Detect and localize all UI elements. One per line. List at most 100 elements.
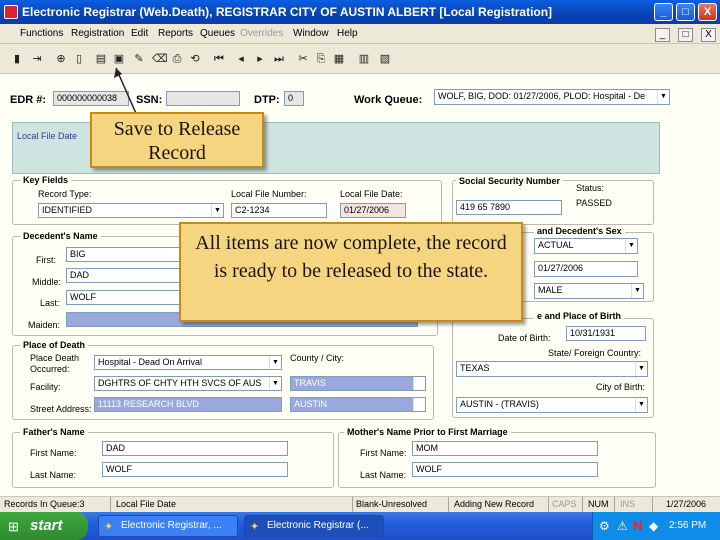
mother-first-field[interactable]: MOM (412, 441, 598, 456)
cut-icon[interactable]: ✂ (296, 52, 310, 66)
taskbar-item-registrar-2[interactable]: Electronic Registrar (... (244, 515, 384, 537)
record-type-label: Record Type: (38, 189, 92, 199)
minimize-button[interactable]: _ (654, 3, 673, 21)
local-file-date-tab[interactable]: Local File Date (17, 131, 77, 141)
father-first-label: First Name: (30, 448, 77, 458)
dob-field[interactable]: 10/31/1931 (566, 326, 646, 341)
birth-state-value: TEXAS (460, 363, 490, 373)
first-name-field[interactable]: BIG (66, 247, 186, 262)
security-icon[interactable]: ⚠ (617, 519, 628, 533)
ssn-field[interactable]: 419 65 7890 (456, 200, 562, 215)
paste-icon[interactable]: ▦ (332, 52, 346, 66)
first-name-label: First: (36, 255, 56, 265)
network-icon[interactable]: ⚙ (599, 519, 610, 533)
chevron-down-icon[interactable]: ▼ (413, 398, 425, 411)
local-file-date-field[interactable]: 01/27/2006 (340, 203, 406, 218)
status-divider (352, 497, 353, 513)
menu-queues[interactable]: Queues (200, 28, 235, 39)
facility-select[interactable]: DGHTRS OF CHTY HTH SVCS OF AUS ▼ (94, 376, 282, 391)
sex-date-field[interactable]: 01/27/2006 (534, 261, 638, 277)
status-divider (548, 497, 549, 513)
menu-reports[interactable]: Reports (158, 28, 193, 39)
menu-functions[interactable]: Functions (20, 28, 63, 39)
new-icon[interactable]: ▯ (72, 52, 86, 66)
last-name-label: Last: (40, 298, 60, 308)
next-record-icon[interactable]: ▸ (253, 52, 267, 66)
notify-n-icon[interactable]: N (633, 518, 642, 533)
erase-icon[interactable]: ⌫ (152, 52, 168, 66)
antivirus-icon[interactable]: ◆ (649, 519, 658, 533)
mother-last-field[interactable]: WOLF (412, 462, 598, 477)
status-label: Status: (576, 183, 605, 193)
chevron-down-icon[interactable]: ▼ (269, 377, 281, 390)
middle-name-field[interactable]: DAD (66, 268, 186, 283)
father-first-field[interactable]: DAD (102, 441, 288, 456)
menu-overrides[interactable]: Overrides (240, 28, 283, 39)
birth-state-select[interactable]: TEXAS ▼ (456, 361, 648, 377)
county-select[interactable]: TRAVIS ▼ (290, 376, 426, 391)
menu-registration[interactable]: Registration (71, 28, 124, 39)
street-address-field[interactable]: 11113 RESEARCH BLVD (94, 397, 282, 412)
copy-icon[interactable]: ⎘ (314, 52, 328, 66)
chevron-down-icon[interactable]: ▼ (635, 398, 647, 412)
death-city-select[interactable]: AUSTIN ▼ (290, 397, 426, 412)
chevron-down-icon[interactable]: ▼ (413, 377, 425, 390)
system-tray: ⚙ ⚠ N ◆ 2:56 PM (592, 512, 720, 540)
open-icon[interactable]: ▤ (94, 52, 108, 66)
chevron-down-icon[interactable]: ▼ (657, 90, 669, 104)
status-divider (652, 497, 653, 513)
first-record-icon[interactable]: ⏮ (212, 52, 226, 66)
menu-window[interactable]: Window (293, 28, 329, 39)
status-blank-unresolved: Blank-Unresolved (356, 499, 428, 509)
taskbar-item-registrar-1[interactable]: Electronic Registrar, ... (98, 515, 238, 537)
exit-icon[interactable]: ⇥ (30, 52, 44, 66)
refresh-icon[interactable]: ⟲ (188, 52, 202, 66)
decedent-name-title: Decedent's Name (20, 231, 101, 241)
windows-flag-icon: ⊞ (8, 519, 19, 534)
ssn-header-field[interactable] (166, 91, 240, 106)
chevron-down-icon[interactable]: ▼ (635, 362, 647, 376)
father-name-title: Father's Name (20, 427, 88, 437)
chevron-down-icon[interactable]: ▼ (269, 356, 281, 369)
last-record-icon[interactable]: ⏭ (272, 52, 286, 66)
place-death-occurred-select[interactable]: Hospital - Dead On Arrival ▼ (94, 355, 282, 370)
place-of-death-title: Place of Death (20, 340, 89, 350)
print-icon[interactable]: ⎙ (170, 52, 184, 66)
middle-name-label: Middle: (32, 277, 62, 287)
mdi-minimize-button[interactable]: _ (655, 28, 670, 42)
mdi-restore-button[interactable]: □ (678, 28, 693, 42)
last-name-field[interactable]: WOLF (66, 290, 186, 305)
key-fields-title: Key Fields (20, 175, 72, 185)
facility-value: DGHTRS OF CHTY HTH SVCS OF AUS (98, 378, 262, 388)
mdi-close-button[interactable]: X (701, 28, 716, 42)
maximize-button[interactable]: □ (676, 3, 695, 21)
city-of-birth-label: City of Birth: (596, 382, 646, 392)
status-local-file-date: Local File Date (116, 499, 177, 509)
street-address-label: Street Address: (30, 404, 92, 414)
chevron-down-icon[interactable]: ▼ (625, 239, 637, 253)
book-icon[interactable]: ▥ (357, 52, 371, 66)
app-icon (4, 5, 18, 19)
record-type-select[interactable]: IDENTIFIED ▼ (38, 203, 224, 218)
chevron-down-icon[interactable]: ▼ (211, 204, 223, 217)
chevron-down-icon[interactable]: ▼ (631, 284, 643, 298)
clock: 2:56 PM (669, 520, 707, 531)
sex-select-1[interactable]: ACTUAL ▼ (534, 238, 638, 254)
find-icon[interactable]: ⊕ (54, 52, 68, 66)
father-last-field[interactable]: WOLF (102, 462, 288, 477)
record-type-value: IDENTIFIED (42, 205, 93, 215)
menu-edit[interactable]: Edit (131, 28, 148, 39)
menu-help[interactable]: Help (337, 28, 358, 39)
tool-icon[interactable]: ▮ (10, 52, 24, 66)
birth-city-select[interactable]: AUSTIN - (TRAVIS) ▼ (456, 397, 648, 413)
local-file-number-field[interactable]: C2-1234 (231, 203, 327, 218)
prev-record-icon[interactable]: ◂ (234, 52, 248, 66)
dtp-field[interactable]: 0 (284, 91, 304, 106)
maiden-name-label: Maiden: (28, 320, 61, 330)
work-queue-select[interactable]: WOLF, BIG, DOD: 01/27/2006, PLOD: Hospit… (434, 89, 670, 105)
sex-select-1-value: ACTUAL (538, 240, 574, 250)
close-button[interactable]: X (698, 3, 717, 21)
dtp-label: DTP: (254, 94, 280, 106)
pages-icon[interactable]: ▧ (378, 52, 392, 66)
sex-select[interactable]: MALE ▼ (534, 283, 644, 299)
